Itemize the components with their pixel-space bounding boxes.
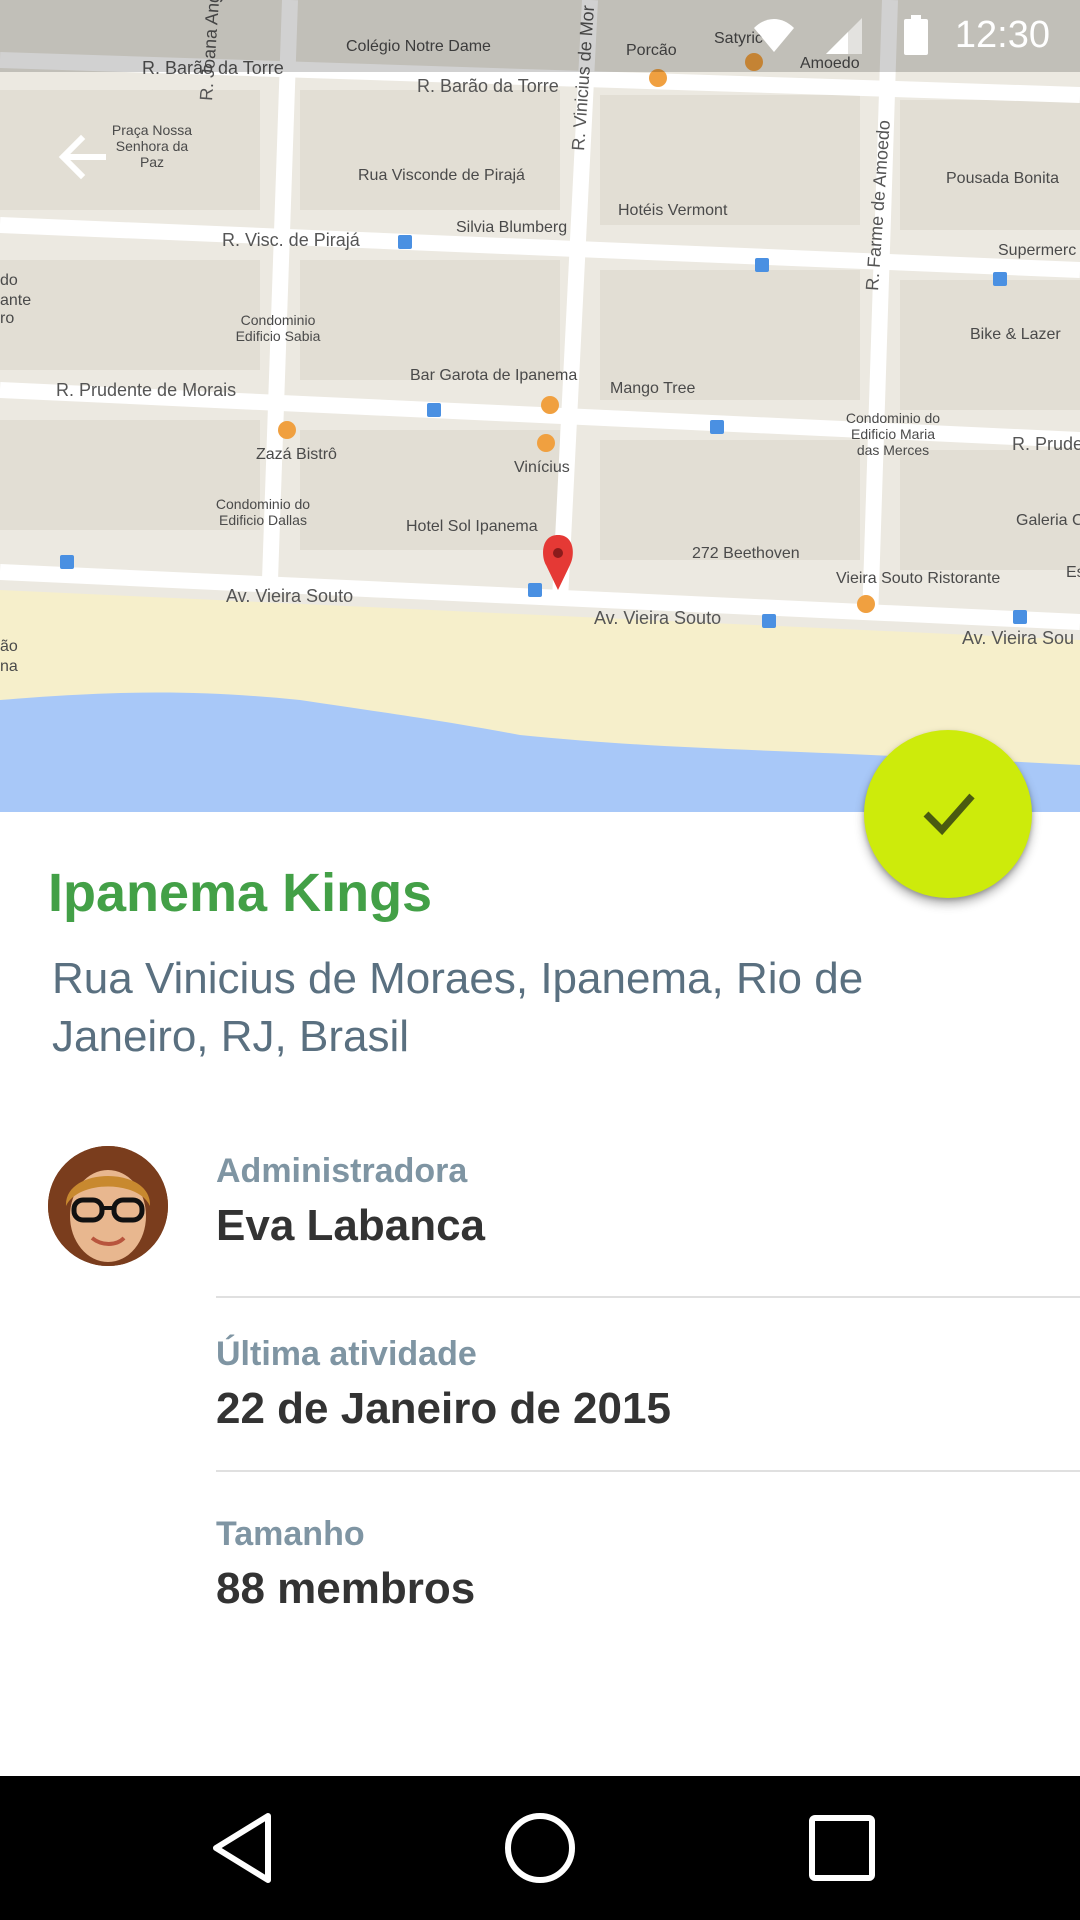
map-view[interactable]: R. Barão da Torre R. Barão da Torre R. J… [0,0,1080,812]
map-place-label: Vinícius [514,459,570,476]
wifi-icon [754,19,794,52]
nav-home-button[interactable] [500,1808,580,1888]
divider [216,1470,1080,1472]
check-icon [923,793,975,836]
map-place-label: Zazá Bistrô [256,446,337,463]
map-street-label: Av. Vieira Sou [962,628,1075,648]
group-address: Rua Vinicius de Moraes, Ipanema, Rio de … [52,954,864,1061]
map-place-label: Bike & Lazer [970,326,1061,343]
avatar-image [48,1146,168,1266]
back-button[interactable] [48,122,118,192]
detail-label: Última atividade [216,1335,477,1373]
map-place-label: Mango Tree [610,380,696,397]
signal-icon [826,18,862,54]
detail-value: 22 de Janeiro de 2015 [216,1384,671,1433]
nav-back-button[interactable] [202,1808,282,1888]
map-place-label: Condominio do Edificio Maria das Merces [845,410,941,458]
triangle-back-icon [213,1813,271,1883]
detail-row-admin: Administradora Eva Labanca [216,1152,1080,1251]
map-place-label: Supermerc [998,242,1077,259]
map-place-label: Galeria C [1016,512,1080,529]
detail-value: Eva Labanca [216,1201,486,1250]
map-place-label: Es [1066,564,1080,581]
detail-value: 88 membros [216,1564,476,1613]
map-place-label: ão [0,638,18,655]
map-street-label: R. Prudente de Morais [56,380,237,400]
map-place-label: Pousada Bonita [946,170,1059,187]
map-place-label: Praça Nossa Senhora da Paz [111,122,193,170]
map-place-label: Silvia Blumberg [456,219,568,236]
nav-recents-button[interactable] [802,1808,882,1888]
group-title: Ipanema Kings [48,863,433,923]
join-fab-button[interactable] [864,730,1032,898]
map-place-label: Vieira Souto Ristorante [836,570,1001,587]
map-place-label: Bar Garota de Ipanema [410,367,578,384]
map-place-label: ro [0,310,15,327]
map-place-label: Rua Visconde de Pirajá [358,167,525,184]
map-place-label: Hotéis Vermont [618,202,728,219]
map-place-label: 272 Beethoven [692,545,800,562]
map-street-label: R. Visc. de Pirajá [222,230,360,250]
status-bar: 12:30 [0,0,1080,72]
square-recents-icon [809,1815,875,1881]
divider [216,1296,1080,1298]
map-place-label: Condominio do Edificio Dallas [215,496,311,528]
detail-row-last-activity: Última atividade 22 de Janeiro de 2015 [216,1335,1080,1434]
status-time: 12:30 [954,14,1050,56]
map-place-label: do [0,272,18,289]
map-place-label: Hotel Sol Ipanema [406,518,538,535]
map-street-label: Av. Vieira Souto [594,608,722,628]
detail-label: Administradora [216,1152,468,1190]
detail-row-size: Tamanho 88 membros [216,1515,1080,1614]
map-place-label: Condominio Edificio Sabia [235,312,321,344]
map-street-label: R. Barão da Torre [417,76,559,96]
admin-avatar[interactable] [48,1146,168,1266]
detail-label: Tamanho [216,1515,365,1553]
map-place-label: na [0,658,18,675]
circle-home-icon [505,1813,575,1883]
arrow-left-icon [58,134,106,180]
map-street-label: R. Prude [1012,434,1080,454]
map-street-label: Av. Vieira Souto [226,586,354,606]
navigation-bar [0,1776,1080,1920]
battery-icon [904,15,928,55]
map-place-label: ante [0,292,32,309]
